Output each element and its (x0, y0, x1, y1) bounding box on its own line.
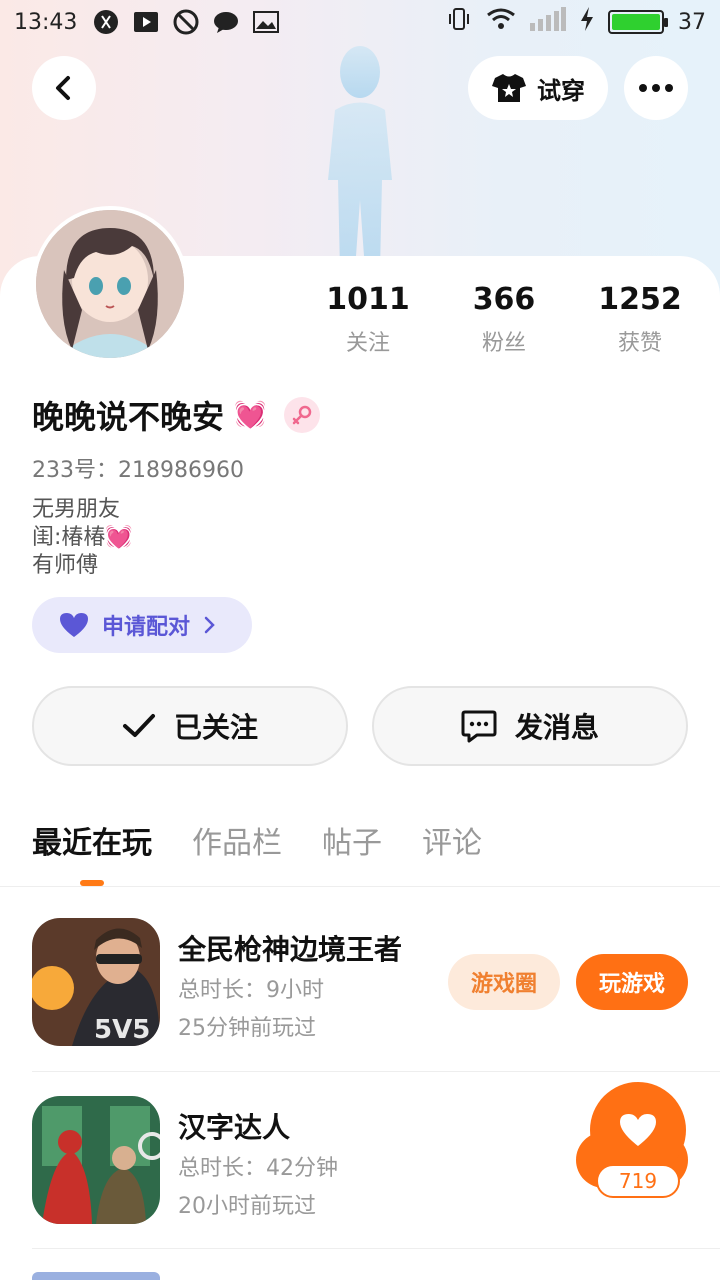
game-last-played: 25分钟前玩过 (178, 1016, 316, 1041)
stat-fans-label: 粉丝 (481, 331, 526, 356)
tab-posts[interactable]: 帖子 (322, 818, 382, 862)
send-message-label: 发消息 (514, 711, 599, 744)
chat-notification-icon (213, 9, 239, 35)
nickname-row: 晚晚说不晚安 💓 (32, 392, 321, 438)
stat-following[interactable]: 1011 关注 (300, 282, 436, 357)
game-icon (32, 1096, 160, 1224)
wifi-icon (486, 7, 516, 37)
signal-icon (530, 7, 566, 37)
stat-likes-label: 获赞 (617, 331, 662, 356)
game-duration: 总时长：9小时 (178, 978, 324, 1003)
checkmark-icon (122, 714, 155, 737)
game-list-item[interactable]: 5V5 全民枪神边境王者 总时长：9小时 25分钟前玩过 游戏圈 玩游戏 (32, 918, 720, 1058)
divider (32, 1248, 720, 1249)
bio-line: 有师傅 (32, 553, 99, 578)
nickname: 晚晚说不晚安 (32, 398, 225, 436)
bio: 无男朋友 闺:椿椿💓 有师傅 (32, 496, 133, 580)
user-id: 233号：218986960 (32, 458, 244, 483)
stat-likes-value: 1252 (598, 282, 682, 317)
vibrate-icon (446, 6, 472, 38)
game-last-played: 20小时前玩过 (178, 1194, 316, 1219)
chevron-right-icon (204, 616, 215, 634)
female-gender-icon (284, 397, 321, 433)
avatar-image (36, 210, 184, 358)
try-on-button[interactable]: 试穿 (468, 56, 608, 120)
stat-following-label: 关注 (345, 331, 390, 356)
blocked-icon (173, 9, 199, 35)
charging-icon (580, 7, 594, 37)
tab-recently-played[interactable]: 最近在玩 (32, 818, 152, 862)
tshirt-icon (492, 74, 526, 102)
status-bar: 13:43 37 (0, 0, 720, 44)
stat-fans-value: 366 (472, 282, 536, 317)
profile-tabs: 最近在玩 作品栏 帖子 评论 (32, 818, 482, 862)
more-options-button[interactable] (624, 56, 688, 120)
request-match-label: 申请配对 (102, 615, 191, 640)
app-notification-icon (93, 9, 119, 35)
more-dots-icon (639, 84, 673, 92)
battery-icon (608, 10, 668, 34)
game-circle-button[interactable]: 游戏圈 (448, 954, 560, 1010)
request-match-button[interactable]: 申请配对 (32, 597, 252, 653)
back-button[interactable] (32, 56, 96, 120)
send-message-button[interactable]: 发消息 (372, 686, 688, 766)
chevron-left-icon (56, 76, 70, 100)
bio-line: 闺:椿椿💓 (32, 525, 133, 550)
nickname-emoji: 💓 (234, 400, 267, 430)
svg-text:5V5: 5V5 (94, 1015, 150, 1045)
profile-avatar[interactable] (32, 206, 188, 362)
image-icon (253, 9, 280, 35)
bio-line: 无男朋友 (32, 497, 121, 522)
game-icon: 5V5 (32, 918, 160, 1046)
tab-works[interactable]: 作品栏 (192, 818, 282, 862)
game-icon (32, 1272, 160, 1280)
like-count: 719 (596, 1164, 680, 1198)
stat-likes[interactable]: 1252 获赞 (572, 282, 708, 357)
play-game-button[interactable]: 玩游戏 (576, 954, 688, 1010)
tab-comments[interactable]: 评论 (422, 818, 482, 862)
game-name: 全民枪神边境王者 (178, 933, 403, 966)
divider (0, 886, 720, 887)
video-icon (133, 9, 159, 35)
stat-fans[interactable]: 366 粉丝 (436, 282, 572, 357)
battery-level: 37 (678, 9, 706, 35)
followed-button[interactable]: 已关注 (32, 686, 348, 766)
game-duration: 总时长：42分钟 (178, 1156, 338, 1181)
stat-following-value: 1011 (326, 282, 410, 317)
3d-avatar-figure (328, 46, 392, 270)
try-on-label: 试穿 (537, 76, 585, 105)
message-bubble-icon (461, 710, 497, 743)
heart-icon (620, 1114, 656, 1146)
game-name: 汉字达人 (178, 1111, 291, 1144)
purple-heart-icon (60, 613, 88, 637)
divider (32, 1071, 720, 1072)
status-time: 13:43 (14, 9, 78, 35)
followed-label: 已关注 (173, 711, 258, 744)
profile-stats: 1011 关注 366 粉丝 1252 获赞 (300, 282, 720, 357)
